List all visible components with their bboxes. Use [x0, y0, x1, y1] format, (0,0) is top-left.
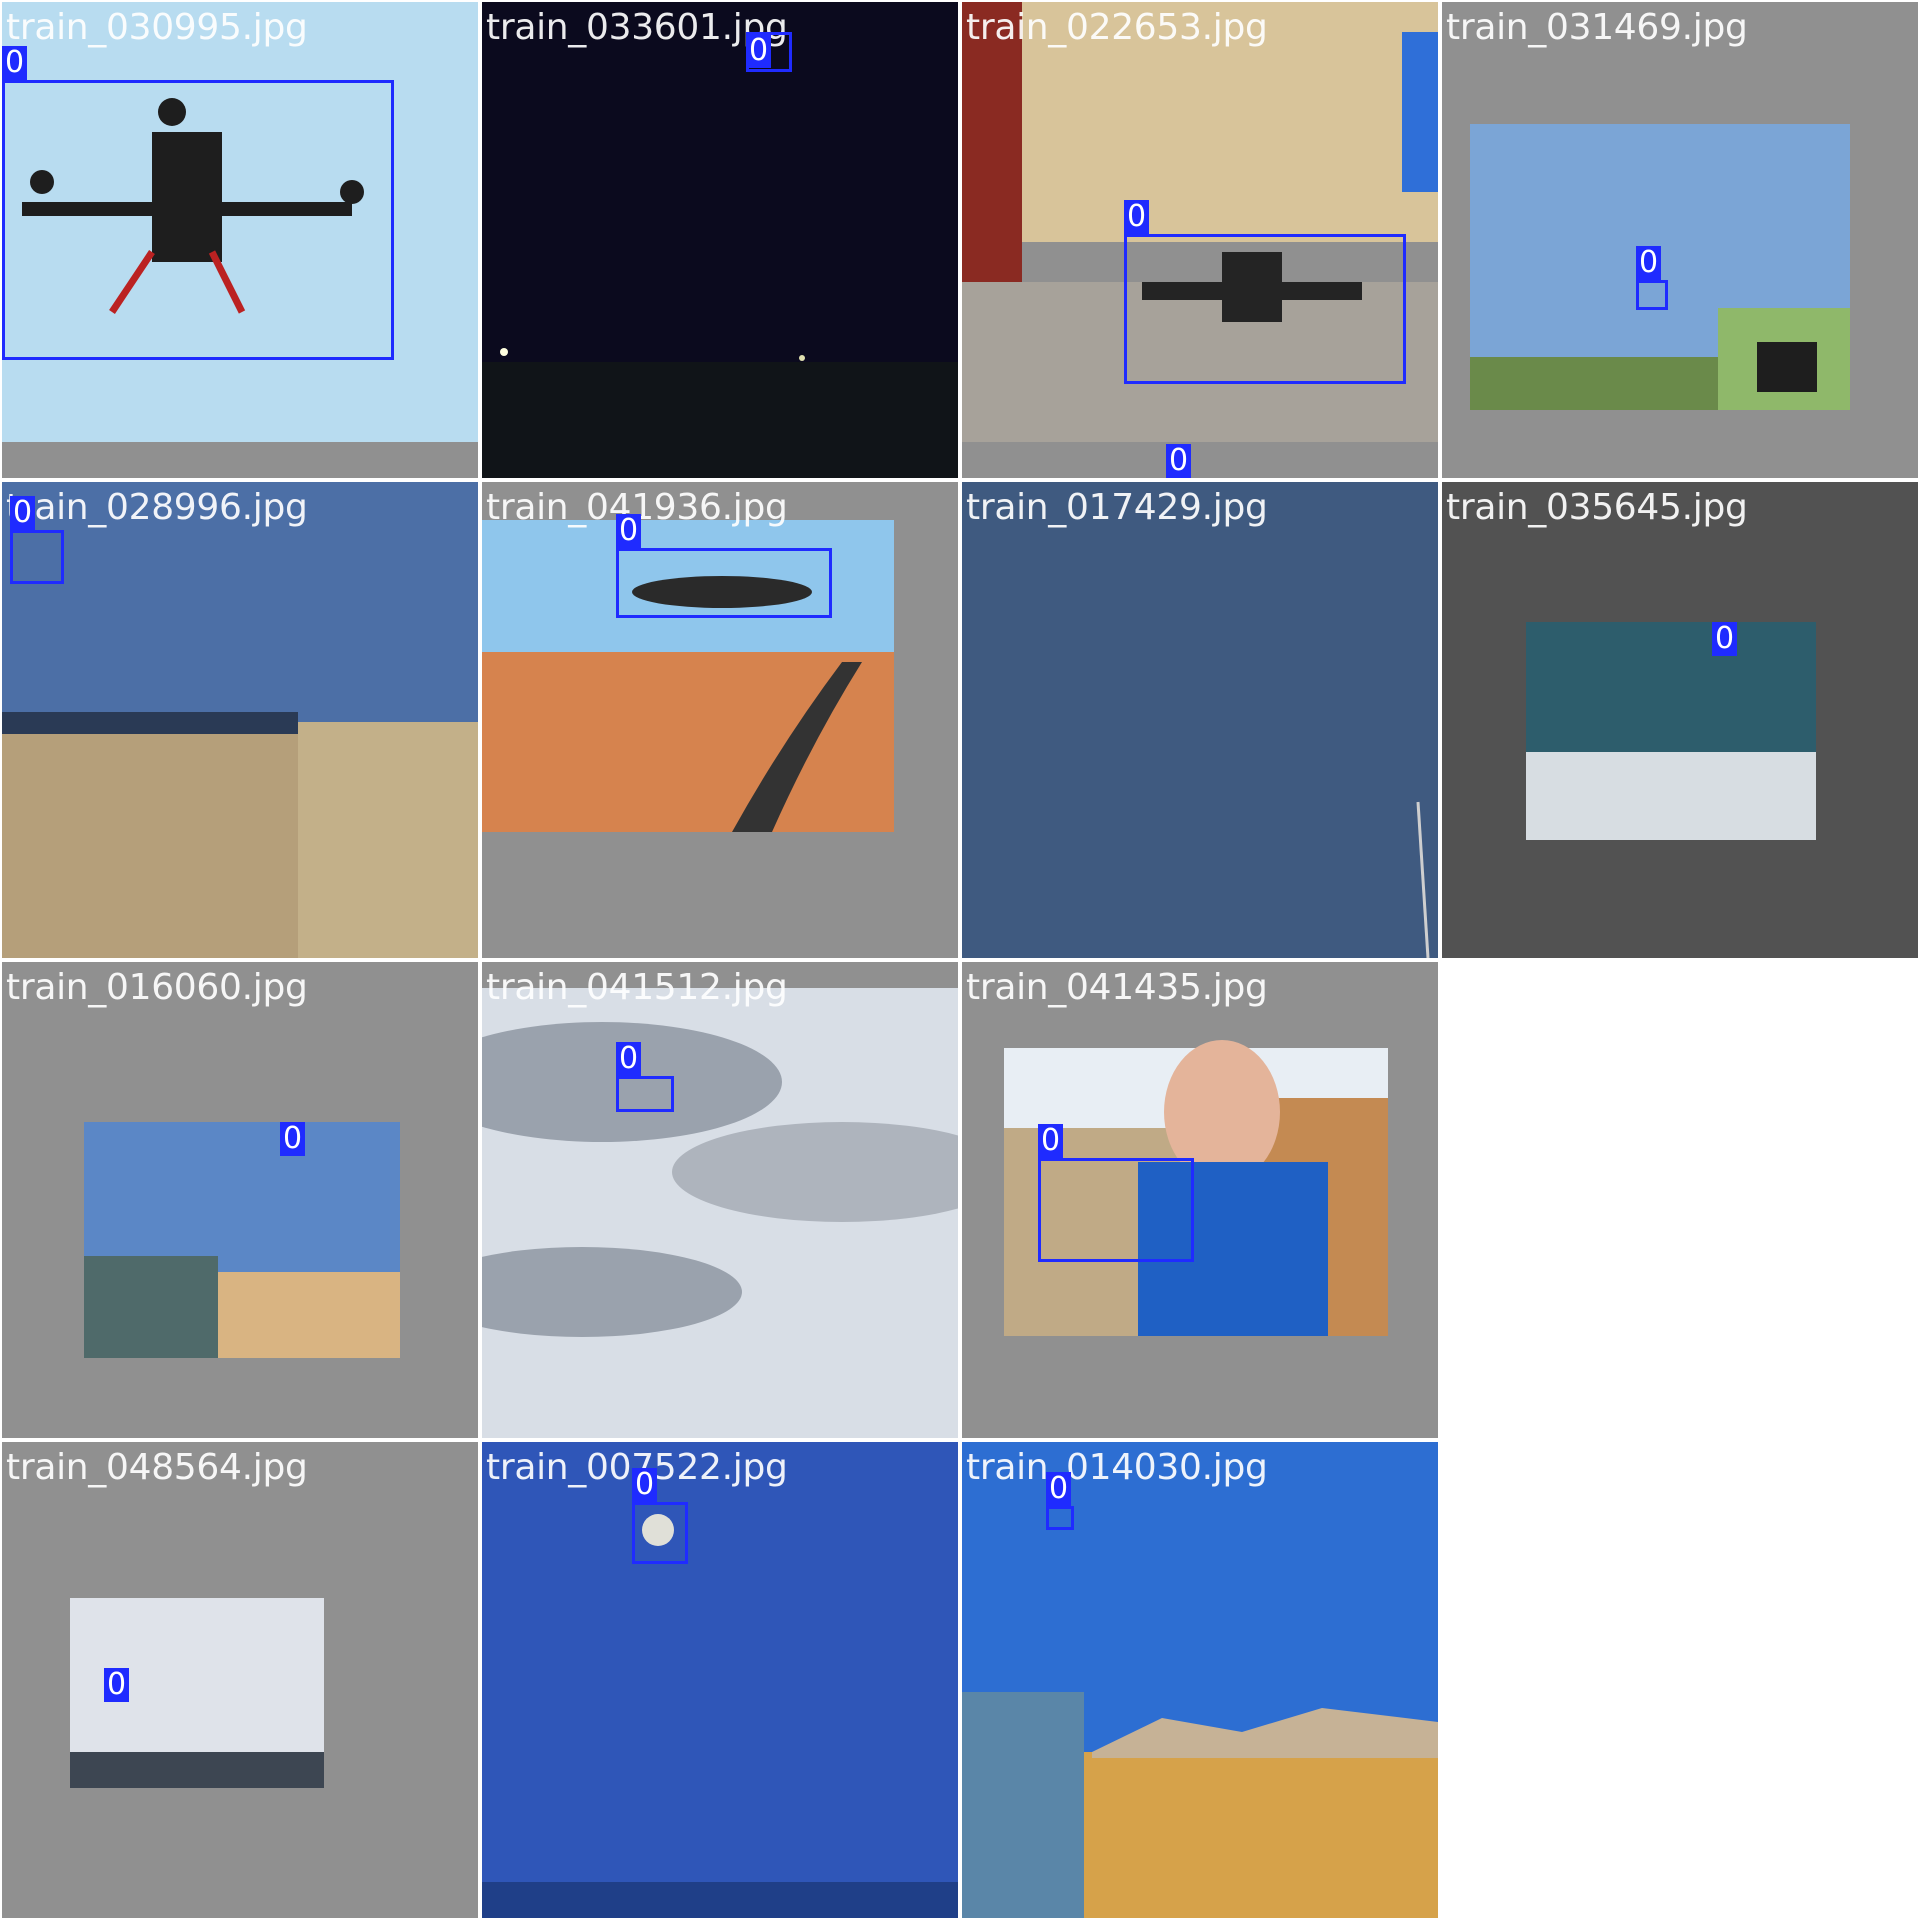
tile-filename: train_041512.jpg — [486, 967, 788, 1008]
mosaic-tile: train_028996.jpg 0 — [2, 482, 478, 958]
drone-photo — [2, 482, 478, 958]
tile-filename: train_033601.jpg — [486, 7, 788, 48]
drone-photo — [482, 962, 958, 1438]
detection-label: 0 — [746, 34, 772, 68]
detection-label: 0 — [104, 1668, 130, 1702]
detection-box — [10, 530, 64, 584]
detection-box — [1636, 280, 1668, 310]
detection-box — [1124, 234, 1406, 384]
tile-filename: train_022653.jpg — [966, 7, 1268, 48]
drone-photo — [2, 1442, 478, 1918]
detection-label: 0 — [10, 496, 36, 530]
tile-filename: train_028996.jpg — [6, 487, 308, 528]
drone-photo — [482, 1442, 958, 1918]
drone-photo — [2, 962, 478, 1438]
tile-filename: train_014030.jpg — [966, 1447, 1268, 1488]
drone-photo — [962, 1442, 1438, 1918]
mosaic-tile: train_048564.jpg 0 — [2, 1442, 478, 1918]
tile-filename: train_017429.jpg — [966, 487, 1268, 528]
detection-label: 0 — [1038, 1124, 1064, 1158]
detection-label: 0 — [2, 46, 28, 80]
detection-label: 0 — [632, 1468, 658, 1502]
drone-photo — [482, 2, 958, 478]
detection-label: 0 — [280, 1122, 306, 1156]
detection-label: 0 — [1166, 444, 1192, 478]
mosaic-tile: train_035645.jpg 0 — [1442, 482, 1918, 958]
mosaic-tile: train_041435.jpg 0 — [962, 962, 1438, 1438]
mosaic-tile: train_014030.jpg 0 — [962, 1442, 1438, 1918]
detection-box — [1038, 1158, 1194, 1262]
detection-box — [1046, 1506, 1074, 1530]
detection-label: 0 — [1712, 622, 1738, 656]
mosaic-tile: train_016060.jpg 0 — [2, 962, 478, 1438]
mosaic-tile: train_007522.jpg 0 — [482, 1442, 958, 1918]
detection-label: 0 — [1124, 200, 1150, 234]
drone-photo — [962, 482, 1438, 958]
mosaic-tile: train_017429.jpg — [962, 482, 1438, 958]
detection-label: 0 — [616, 1042, 642, 1076]
tile-filename: train_030995.jpg — [6, 7, 308, 48]
mosaic-tile: train_041936.jpg 0 — [482, 482, 958, 958]
drone-photo — [1442, 2, 1918, 478]
tile-filename: train_031469.jpg — [1446, 7, 1748, 48]
tile-filename: train_041435.jpg — [966, 967, 1268, 1008]
tile-filename: train_048564.jpg — [6, 1447, 308, 1488]
mosaic-tile: train_041512.jpg 0 — [482, 962, 958, 1438]
mosaic-tile: train_033601.jpg 0 — [482, 2, 958, 478]
drone-photo — [1442, 482, 1918, 958]
tile-filename: train_016060.jpg — [6, 967, 308, 1008]
mosaic-tile: train_022653.jpg 0 0 — [962, 2, 1438, 478]
mosaic-tile: train_031469.jpg 0 — [1442, 2, 1918, 478]
mosaic-tile: train_030995.jpg 0 — [2, 2, 478, 478]
detection-box — [2, 80, 394, 360]
detection-box — [616, 1076, 674, 1112]
drone-photo — [962, 962, 1438, 1438]
tile-filename: train_035645.jpg — [1446, 487, 1748, 528]
detection-box — [616, 548, 832, 618]
detection-label: 0 — [616, 514, 642, 548]
detection-box — [632, 1502, 688, 1564]
detection-label: 0 — [1046, 1472, 1072, 1506]
detection-label: 0 — [1636, 246, 1662, 280]
